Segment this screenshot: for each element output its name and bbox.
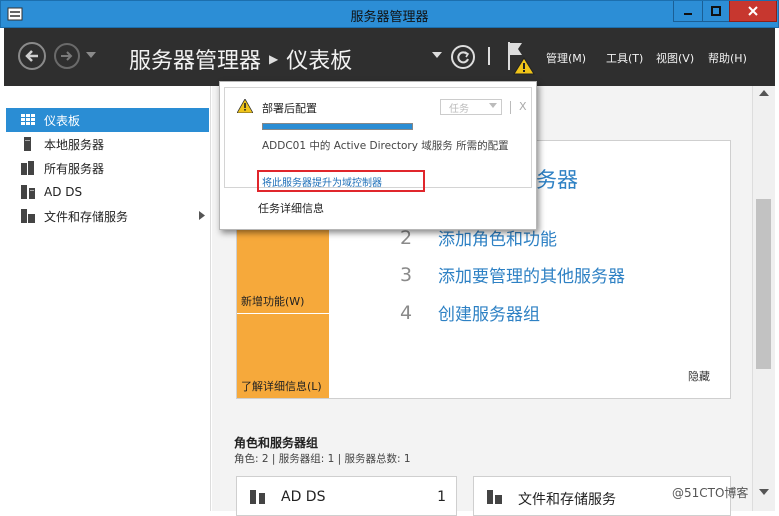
maximize-icon xyxy=(711,6,721,16)
notification-message: ADDC01 中的 Active Directory 域服务 所需的配置 xyxy=(262,140,509,152)
ad-ds-icon xyxy=(20,185,36,199)
file-storage-icon xyxy=(487,490,502,504)
learn-more-label: 了解详细信息(L) xyxy=(241,380,322,393)
refresh-icon xyxy=(457,51,470,64)
scroll-up-icon[interactable] xyxy=(759,90,769,96)
sidebar-item-label: 本地服务器 xyxy=(44,137,105,152)
menu-help[interactable]: 帮助(H) xyxy=(708,50,747,66)
scroll-down-icon[interactable] xyxy=(759,489,769,495)
vertical-scrollbar[interactable] xyxy=(752,86,775,511)
roles-section-title: 角色和服务器组 xyxy=(234,436,319,450)
breadcrumb-separator-icon: ▶ xyxy=(269,52,279,66)
sidebar-item-label: 仪表板 xyxy=(44,113,81,128)
refresh-button[interactable] xyxy=(451,45,475,69)
notification-item: 部署后配置 任务 X ADDC01 中的 Active Directory 域服… xyxy=(224,87,532,192)
close-button[interactable] xyxy=(729,1,777,22)
window-title: 服务器管理器 xyxy=(350,10,429,25)
notification-title: 部署后配置 xyxy=(262,102,317,115)
roles-summary: 角色: 2 | 服务器组: 1 | 服务器总数: 1 xyxy=(234,453,411,465)
sidebar-item-dashboard[interactable]: 仪表板 xyxy=(6,108,209,132)
sidebar-item-label: AD DS xyxy=(44,185,83,199)
header-divider xyxy=(488,47,490,65)
notifications-button[interactable] xyxy=(506,40,538,79)
whats-new-label: 新增功能(W) xyxy=(241,295,305,308)
notification-progress-bar xyxy=(262,123,413,130)
sidebar-item-local-server[interactable]: 本地服务器 xyxy=(6,132,209,156)
maximize-button[interactable] xyxy=(702,1,730,22)
notification-close-button[interactable]: X xyxy=(519,100,527,113)
step-create-group[interactable]: 4 创建服务器组 xyxy=(400,300,540,326)
forward-arrow-icon xyxy=(61,51,73,61)
breadcrumb: 服务器管理器 ▶ 仪表板 xyxy=(129,43,352,75)
title-bar: 服务器管理器 xyxy=(0,0,779,28)
step-number: 3 xyxy=(400,263,413,286)
role-card-ad-ds[interactable]: AD DS 1 xyxy=(236,476,457,516)
task-details-link[interactable]: 任务详细信息 xyxy=(258,200,324,216)
annotation-highlight-box xyxy=(257,170,425,192)
notification-divider xyxy=(510,101,511,114)
minimize-icon xyxy=(684,13,692,15)
local-server-icon xyxy=(20,137,36,151)
sidebar-item-label: 文件和存储服务 xyxy=(44,209,129,224)
history-dropdown-icon[interactable] xyxy=(86,52,96,58)
back-arrow-icon xyxy=(25,50,38,62)
minimize-button[interactable] xyxy=(673,1,703,22)
watermark: @51CTO博客 xyxy=(672,486,749,500)
warning-icon xyxy=(237,99,253,113)
notification-flag-warning-icon xyxy=(508,42,535,75)
app-header: 服务器管理器 ▶ 仪表板 管理(M) 工具(T) 视图(V) 帮助(H) xyxy=(4,28,775,86)
scroll-thumb[interactable] xyxy=(756,199,771,369)
breadcrumb-current: 仪表板 xyxy=(286,49,353,74)
all-servers-icon xyxy=(20,161,36,175)
close-icon xyxy=(748,6,758,16)
sidebar-item-file-storage[interactable]: 文件和存储服务 xyxy=(6,204,209,228)
back-button[interactable] xyxy=(18,42,46,70)
role-card-name: AD DS xyxy=(281,489,326,505)
progress-fill xyxy=(263,124,412,129)
chevron-down-icon xyxy=(489,103,497,108)
notification-popup: 部署后配置 任务 X ADDC01 中的 Active Directory 域服… xyxy=(219,81,537,230)
file-storage-icon xyxy=(20,209,36,223)
whats-new-tile[interactable]: 新增功能(W) xyxy=(237,228,329,313)
step-add-servers[interactable]: 3 添加要管理的其他服务器 xyxy=(400,262,625,288)
header-dropdown-icon[interactable] xyxy=(432,52,442,58)
task-dropdown-label: 任务 xyxy=(449,103,469,115)
step-number: 4 xyxy=(400,301,413,324)
configure-heading: 务器 xyxy=(536,168,578,192)
hide-welcome-link[interactable]: 隐藏 xyxy=(688,368,710,384)
ad-ds-icon xyxy=(250,490,265,504)
breadcrumb-root[interactable]: 服务器管理器 xyxy=(129,43,261,75)
step-label: 创建服务器组 xyxy=(438,305,540,325)
expand-chevron-icon[interactable] xyxy=(199,211,205,220)
step-label: 添加要管理的其他服务器 xyxy=(438,267,625,287)
role-card-count: 1 xyxy=(437,489,446,505)
menu-manage[interactable]: 管理(M) xyxy=(546,50,586,66)
role-card-name: 文件和存储服务 xyxy=(518,492,616,508)
sidebar-item-label: 所有服务器 xyxy=(44,161,105,176)
menu-view[interactable]: 视图(V) xyxy=(656,50,694,66)
menu-tools[interactable]: 工具(T) xyxy=(606,50,643,66)
learn-more-tile[interactable]: 了解详细信息(L) xyxy=(237,314,329,398)
dashboard-icon xyxy=(20,113,36,127)
forward-button[interactable] xyxy=(54,43,80,69)
sidebar-item-all-servers[interactable]: 所有服务器 xyxy=(6,156,209,180)
task-dropdown[interactable]: 任务 xyxy=(440,99,502,115)
sidebar: 仪表板 本地服务器 所有服务器 AD DS 文件和存储服务 xyxy=(4,86,211,511)
sidebar-item-ad-ds[interactable]: AD DS xyxy=(6,180,209,204)
